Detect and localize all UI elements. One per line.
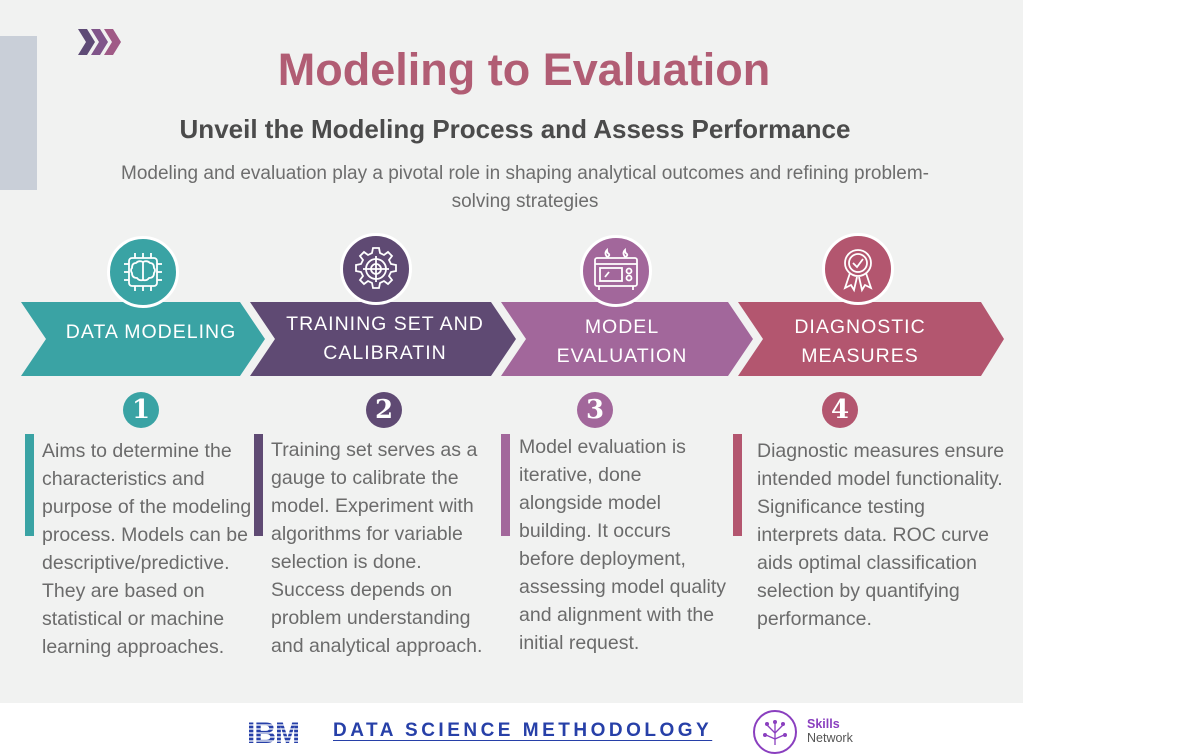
stage-2-label-line1: TRAINING SET AND xyxy=(286,313,484,335)
stage-4-number: 4 xyxy=(822,392,858,428)
evaluation-device-icon xyxy=(594,247,638,290)
stage-1-description: Aims to determine the characteristics an… xyxy=(42,440,252,658)
ibm-logo: IBM xyxy=(247,717,319,747)
gear-target-icon xyxy=(355,247,397,289)
stage-2-description: Training set serves as a gauge to calibr… xyxy=(271,439,483,657)
stage-3-accent-bar xyxy=(501,434,510,536)
skills-text-line1: Skills xyxy=(807,717,840,731)
stage-4-accent-bar xyxy=(733,434,742,536)
brain-chip-icon xyxy=(124,253,162,291)
stage-3-number: 3 xyxy=(577,392,613,428)
stage-4-label-line2: MEASURES xyxy=(801,345,919,367)
stage-3-label-line2: EVALUATION xyxy=(556,345,688,367)
stage-4-label-line1: DIAGNOSTIC xyxy=(794,316,926,338)
stage-3-icon-circle xyxy=(580,235,652,307)
page-title: Modeling to Evaluation xyxy=(277,44,771,95)
skills-network-logo-icon xyxy=(753,710,797,754)
stage-3-label: MODEL EVALUATION xyxy=(525,313,719,371)
stage-3-description: Model evaluation is iterative, done alon… xyxy=(519,436,727,654)
award-ribbon-icon xyxy=(843,249,873,293)
footer-title-link[interactable]: DATA SCIENCE METHODOLOGY xyxy=(333,720,712,742)
skills-network-text: Skills Network xyxy=(807,717,853,745)
stage-4-label: DIAGNOSTIC MEASURES xyxy=(762,313,958,371)
stage-4-icon-circle xyxy=(822,233,894,305)
stage-1-icon-circle xyxy=(107,236,179,308)
intro-text: Modeling and evaluation play a pivotal r… xyxy=(121,163,929,212)
page-subtitle: Unveil the Modeling Process and Assess P… xyxy=(179,114,851,144)
stage-1-label: DATA MODELING xyxy=(46,318,256,347)
stage-2-label-line2: CALIBRATIN xyxy=(323,342,447,364)
stage-3-label-line1: MODEL xyxy=(584,316,660,338)
ibm-logo-text: IBM xyxy=(247,717,299,747)
stage-2-label: TRAINING SET AND CALIBRATIN xyxy=(272,310,498,368)
stage-4-description: Diagnostic measures ensure intended mode… xyxy=(757,440,1005,630)
skills-text-line2: Network xyxy=(807,731,853,745)
stage-1-label-line1: DATA MODELING xyxy=(65,321,237,343)
stage-1-accent-bar xyxy=(25,434,34,536)
stage-2-number: 2 xyxy=(366,392,402,428)
stage-1-number: 1 xyxy=(123,392,159,428)
stage-2-icon-circle xyxy=(340,233,412,305)
